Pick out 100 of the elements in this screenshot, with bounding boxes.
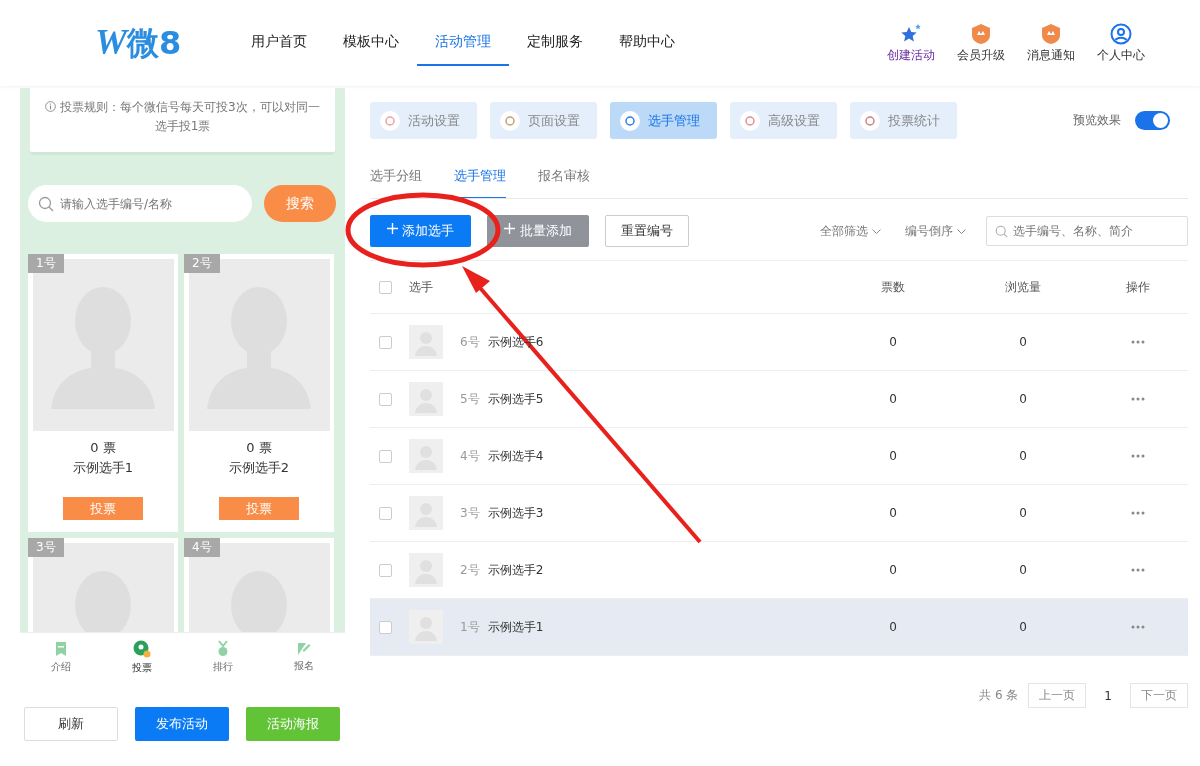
search-field[interactable]: 请输入选手编号/名称 bbox=[28, 185, 252, 222]
table-cell-text: 0 bbox=[1018, 335, 1028, 349]
table-cell-text: 0 bbox=[888, 392, 898, 406]
more-icon[interactable] bbox=[1131, 568, 1145, 572]
contestant-number: 5号 bbox=[460, 390, 480, 408]
contestant-name: 示例选手5 bbox=[487, 390, 544, 408]
table-cell-text: 0 bbox=[1018, 563, 1028, 577]
add-button[interactable]: 添加选手 bbox=[370, 215, 471, 247]
more-icon[interactable] bbox=[1131, 340, 1145, 344]
number-tag: 4号 bbox=[184, 538, 220, 557]
checkbox[interactable] bbox=[379, 506, 392, 520]
tab-icon bbox=[620, 110, 640, 131]
table-cell-text: 0 bbox=[1018, 392, 1028, 406]
page-number[interactable]: 1 bbox=[1096, 688, 1120, 703]
nav-link[interactable]: 帮助中心 bbox=[601, 20, 693, 66]
table-cell-text: 0 bbox=[888, 449, 898, 463]
action-label[interactable]: 个人中心 bbox=[1097, 46, 1145, 64]
reset-button[interactable]: 重置编号 bbox=[605, 215, 689, 247]
bottom-nav-item[interactable]: 介绍 bbox=[35, 640, 86, 674]
nav-link[interactable]: 模板中心 bbox=[325, 20, 417, 66]
number-tag: 2号 bbox=[184, 254, 220, 273]
checkbox[interactable] bbox=[379, 392, 392, 406]
badge-icon[interactable] bbox=[970, 22, 992, 45]
contestant-name: 示例选手1 bbox=[72, 459, 134, 477]
search-icon bbox=[38, 196, 54, 212]
avatar-placeholder bbox=[409, 382, 443, 416]
user-icon[interactable] bbox=[1110, 22, 1132, 45]
contestant-name: 示例选手3 bbox=[487, 504, 544, 522]
sort-dropdown[interactable]: 编号倒序 bbox=[901, 222, 970, 240]
action-label[interactable]: 消息通知 bbox=[1027, 46, 1075, 64]
medal-icon bbox=[216, 640, 231, 657]
tab-icon bbox=[740, 110, 760, 131]
sub-tab[interactable]: 选手管理 bbox=[454, 159, 506, 198]
search-field[interactable]: 选手编号、名称、简介 bbox=[986, 216, 1188, 246]
checkbox[interactable] bbox=[379, 563, 392, 577]
bookmark-icon bbox=[53, 640, 68, 657]
more-icon[interactable] bbox=[1131, 454, 1145, 458]
next-page-button[interactable]: 下一页 bbox=[1130, 683, 1188, 708]
checkbox[interactable] bbox=[379, 620, 392, 634]
nav-link[interactable]: 定制服务 bbox=[509, 20, 601, 66]
plus-icon bbox=[504, 223, 516, 234]
sub-tab[interactable]: 选手分组 bbox=[370, 159, 422, 198]
avatar-placeholder bbox=[409, 325, 443, 359]
contestant-number: 6号 bbox=[460, 333, 480, 351]
table-cell-text: 0 bbox=[888, 563, 898, 577]
column-header: 票数 bbox=[880, 278, 906, 296]
checkbox[interactable] bbox=[379, 280, 392, 294]
table-cell-text: 0 bbox=[1018, 506, 1028, 520]
checkbox[interactable] bbox=[379, 335, 392, 349]
more-icon[interactable] bbox=[1131, 511, 1145, 515]
table-row[interactable]: 5号 示例选手5 0 0 bbox=[370, 371, 1188, 428]
vote-count: 0 票 bbox=[90, 439, 116, 457]
more-icon[interactable] bbox=[1131, 397, 1145, 401]
table-row[interactable]: 1号 示例选手1 0 0 bbox=[370, 599, 1188, 656]
filter-dropdown[interactable]: 全部筛选 bbox=[816, 222, 886, 240]
avatar-placeholder bbox=[409, 496, 443, 530]
nav-link[interactable]: 活动管理 bbox=[417, 20, 509, 66]
contestant-name: 示例选手4 bbox=[487, 447, 544, 465]
action-label[interactable]: 会员升级 bbox=[957, 46, 1005, 64]
table-cell-text: 0 bbox=[1018, 449, 1028, 463]
bottom-nav-item[interactable]: 报名 bbox=[279, 641, 330, 673]
bottom-nav-item[interactable]: 排行 bbox=[198, 640, 249, 674]
contestant-number: 4号 bbox=[460, 447, 480, 465]
total-count: 共 6 条 bbox=[979, 687, 1019, 704]
info-icon bbox=[45, 101, 57, 112]
column-header: 浏览量 bbox=[1004, 278, 1042, 296]
toggle-label: 预览效果 bbox=[1073, 112, 1121, 129]
action-button[interactable]: 发布活动 bbox=[135, 707, 229, 741]
number-tag: 1号 bbox=[28, 254, 64, 273]
checkbox[interactable] bbox=[379, 449, 392, 463]
action-button[interactable]: 刷新 bbox=[24, 707, 118, 741]
preview-toggle[interactable] bbox=[1135, 111, 1170, 130]
logo-text: 微8 bbox=[127, 22, 182, 64]
rules-text: 投票规则：每个微信号每天可投3次，可以对同一选手投1票 bbox=[42, 98, 323, 136]
table-row[interactable]: 3号 示例选手3 0 0 bbox=[370, 485, 1188, 542]
bottom-nav-item[interactable]: 投票 bbox=[116, 639, 167, 675]
badge-icon[interactable] bbox=[1040, 22, 1062, 45]
number-tag: 3号 bbox=[28, 538, 64, 557]
contestant-name: 示例选手2 bbox=[487, 561, 544, 579]
tab-icon bbox=[860, 110, 880, 131]
prev-page-button[interactable]: 上一页 bbox=[1028, 683, 1087, 708]
contestant-number: 1号 bbox=[460, 618, 480, 636]
contestant-name: 示例选手1 bbox=[487, 618, 544, 636]
sub-tab[interactable]: 报名审核 bbox=[538, 159, 590, 198]
table-row[interactable]: 4号 示例选手4 0 0 bbox=[370, 428, 1188, 485]
chevron-down-icon bbox=[872, 228, 882, 234]
tab-icon bbox=[380, 110, 400, 131]
vote-icon bbox=[132, 639, 151, 658]
column-header: 操作 bbox=[1125, 278, 1151, 296]
action-label[interactable]: 创建活动 bbox=[887, 46, 935, 64]
contestant-number: 3号 bbox=[460, 504, 480, 522]
edit-icon bbox=[297, 641, 312, 656]
search-icon bbox=[995, 225, 1008, 238]
contestant-number: 2号 bbox=[460, 561, 480, 579]
logo-mark: W bbox=[95, 20, 127, 63]
chevron-down-icon bbox=[957, 228, 966, 234]
table-cell-text: 0 bbox=[888, 620, 898, 634]
more-icon[interactable] bbox=[1131, 625, 1145, 629]
tab-icon bbox=[500, 110, 520, 131]
nav-link[interactable]: 用户首页 bbox=[233, 20, 325, 66]
